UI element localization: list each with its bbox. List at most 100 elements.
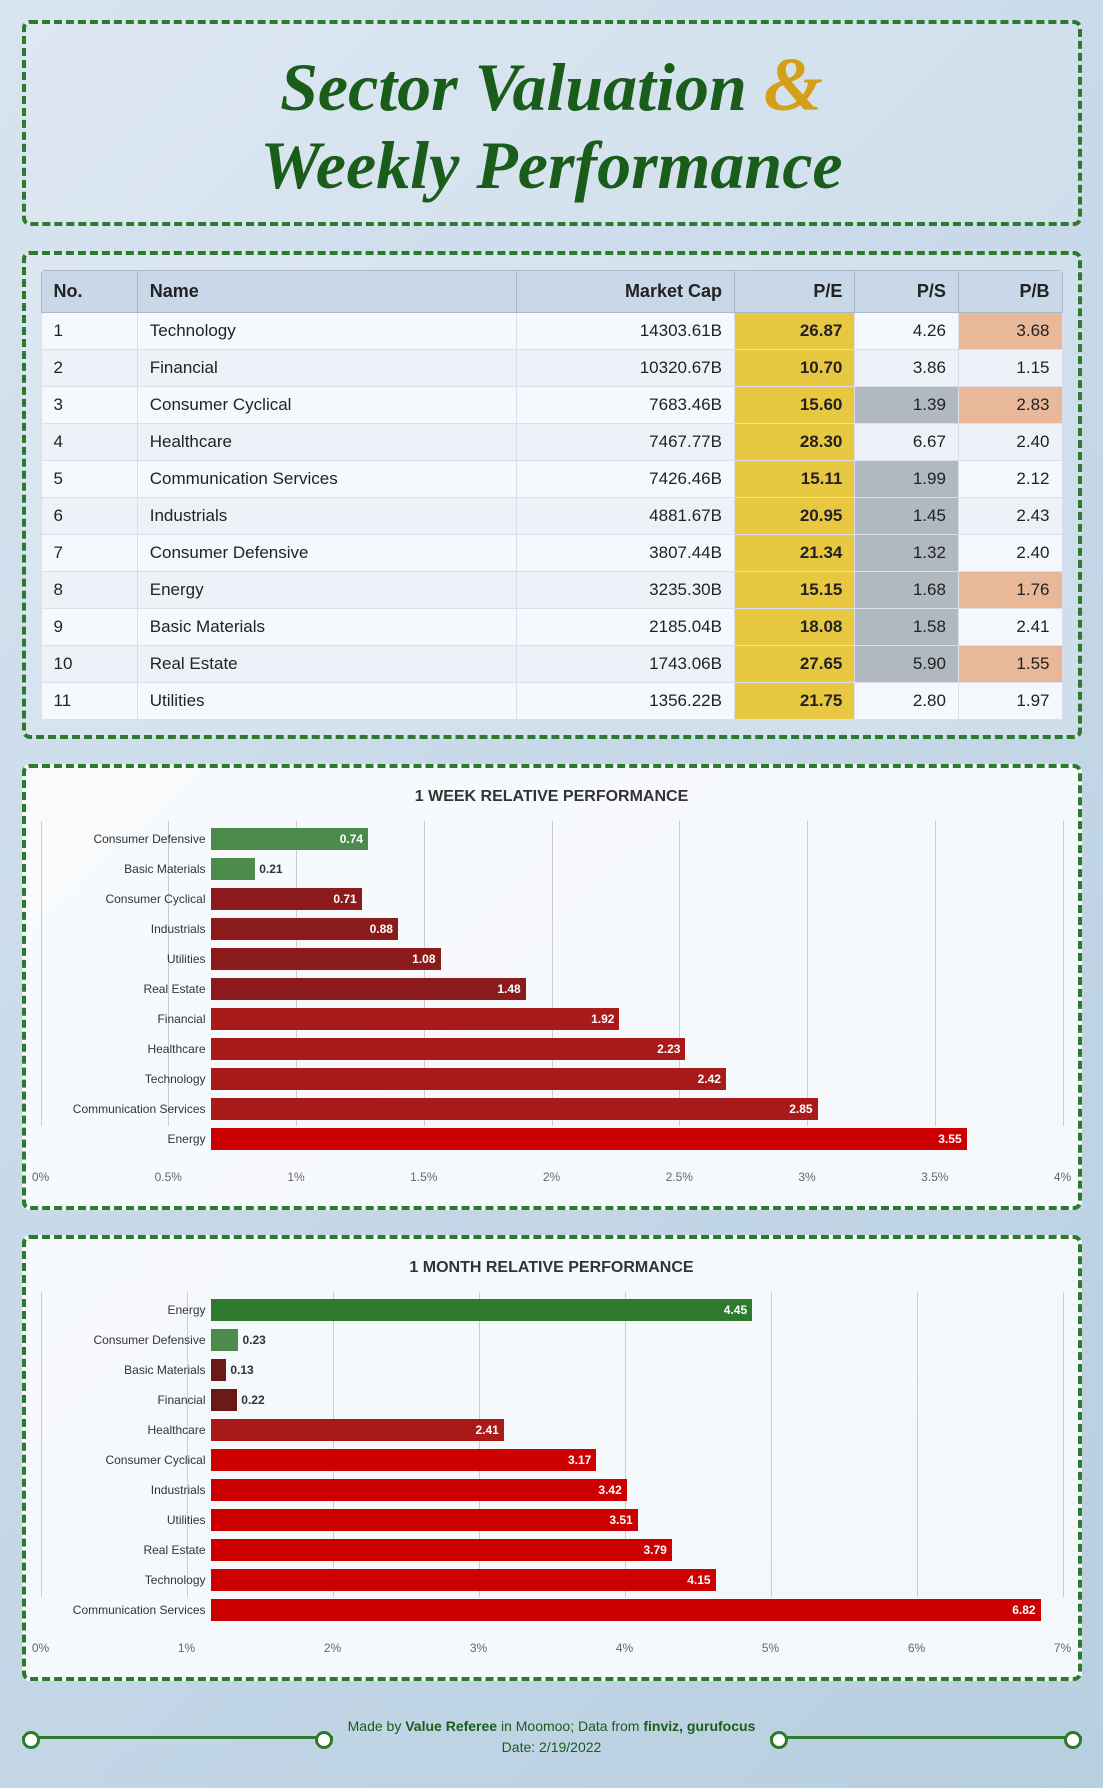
- bar-row: Consumer Defensive0.74: [211, 826, 1063, 852]
- grid-label: 4%: [1054, 1170, 1071, 1184]
- table-row: 11 Utilities 1356.22B 21.75 2.80 1.97: [41, 683, 1062, 720]
- cell-name: Communication Services: [137, 461, 517, 498]
- bar-row: Communication Services2.85: [211, 1096, 1063, 1122]
- cell-ps: 6.67: [855, 424, 959, 461]
- cell-ps: 4.26: [855, 313, 959, 350]
- cell-pe: 15.11: [734, 461, 854, 498]
- cell-pb: 2.40: [958, 424, 1062, 461]
- bar-track: 2.85: [211, 1096, 1063, 1122]
- cell-name: Financial: [137, 350, 517, 387]
- grid-label: 3%: [798, 1170, 815, 1184]
- cell-marketcap: 1743.06B: [517, 646, 735, 683]
- bar: 2.42: [211, 1068, 726, 1090]
- footer-line-left: [22, 1736, 333, 1739]
- cell-marketcap: 7683.46B: [517, 387, 735, 424]
- cell-name: Utilities: [137, 683, 517, 720]
- grid-label: 3%: [470, 1641, 487, 1655]
- cell-no: 3: [41, 387, 137, 424]
- cell-marketcap: 3235.30B: [517, 572, 735, 609]
- bar-track: 0.23: [211, 1327, 1063, 1353]
- bar: 1.92: [211, 1008, 620, 1030]
- bar-row: Healthcare2.41: [211, 1417, 1063, 1443]
- cell-ps: 5.90: [855, 646, 959, 683]
- bar-track: 3.55: [211, 1126, 1063, 1152]
- bar-track: 1.92: [211, 1006, 1063, 1032]
- col-pb: P/B: [958, 271, 1062, 313]
- week-chart-box: 1 WEEK RELATIVE PERFORMANCE 0%0.5%1%1.5%…: [22, 764, 1082, 1210]
- cell-pb: 2.40: [958, 535, 1062, 572]
- col-no: No.: [41, 271, 137, 313]
- table-section: No. Name Market Cap P/E P/S P/B 1 Techno…: [22, 251, 1082, 739]
- footer-line-right: [770, 1736, 1081, 1739]
- bar: 2.23: [211, 1038, 686, 1060]
- table-row: 8 Energy 3235.30B 15.15 1.68 1.76: [41, 572, 1062, 609]
- bar-row: Technology4.15: [211, 1567, 1063, 1593]
- cell-no: 2: [41, 350, 137, 387]
- cell-pe: 10.70: [734, 350, 854, 387]
- cell-pe: 15.15: [734, 572, 854, 609]
- grid-label: 7%: [1054, 1641, 1071, 1655]
- bar: 0.88: [211, 918, 398, 940]
- cell-no: 6: [41, 498, 137, 535]
- month-chart-title: 1 MONTH RELATIVE PERFORMANCE: [41, 1259, 1063, 1277]
- table-row: 1 Technology 14303.61B 26.87 4.26 3.68: [41, 313, 1062, 350]
- bar-label: Utilities: [41, 1513, 206, 1527]
- grid-label: 0%: [32, 1170, 49, 1184]
- bar: [211, 1359, 227, 1381]
- bar-value: 0.13: [230, 1363, 253, 1377]
- table-row: 10 Real Estate 1743.06B 27.65 5.90 1.55: [41, 646, 1062, 683]
- cell-marketcap: 2185.04B: [517, 609, 735, 646]
- week-chart-area: 0%0.5%1%1.5%2%2.5%3%3.5%4%Consumer Defen…: [41, 821, 1063, 1186]
- grid-line: [1063, 1292, 1064, 1597]
- bar-row: Communication Services6.82: [211, 1597, 1063, 1623]
- cell-no: 4: [41, 424, 137, 461]
- bar-row: Financial1.92: [211, 1006, 1063, 1032]
- bar-track: 0.74: [211, 826, 1063, 852]
- cell-pb: 3.68: [958, 313, 1062, 350]
- bar-label: Energy: [41, 1303, 206, 1317]
- cell-no: 8: [41, 572, 137, 609]
- grid-label: 2.5%: [666, 1170, 693, 1184]
- col-pe: P/E: [734, 271, 854, 313]
- cell-pb: 2.41: [958, 609, 1062, 646]
- cell-pe: 20.95: [734, 498, 854, 535]
- bar-track: 3.51: [211, 1507, 1063, 1533]
- bar: 2.41: [211, 1419, 504, 1441]
- cell-ps: 1.39: [855, 387, 959, 424]
- grid-label: 2%: [543, 1170, 560, 1184]
- bar-label: Consumer Defensive: [41, 832, 206, 846]
- bar-label: Utilities: [41, 952, 206, 966]
- cell-marketcap: 7467.77B: [517, 424, 735, 461]
- bar: 6.82: [211, 1599, 1041, 1621]
- cell-no: 9: [41, 609, 137, 646]
- bar-label: Consumer Defensive: [41, 1333, 206, 1347]
- grid-label: 5%: [762, 1641, 779, 1655]
- grid-label: 1%: [287, 1170, 304, 1184]
- grid-label: 1%: [178, 1641, 195, 1655]
- bar-track: 2.41: [211, 1417, 1063, 1443]
- bar-row: Basic Materials0.21: [211, 856, 1063, 882]
- cell-ps: 3.86: [855, 350, 959, 387]
- cell-marketcap: 4881.67B: [517, 498, 735, 535]
- bar: [211, 858, 256, 880]
- grid-label: 3.5%: [921, 1170, 948, 1184]
- bar: 3.51: [211, 1509, 638, 1531]
- bar-label: Healthcare: [41, 1423, 206, 1437]
- cell-no: 1: [41, 313, 137, 350]
- bar-value: 0.22: [241, 1393, 264, 1407]
- bar-row: Technology2.42: [211, 1066, 1063, 1092]
- cell-marketcap: 14303.61B: [517, 313, 735, 350]
- cell-pe: 21.34: [734, 535, 854, 572]
- cell-pe: 26.87: [734, 313, 854, 350]
- grid-label: 4%: [616, 1641, 633, 1655]
- cell-no: 10: [41, 646, 137, 683]
- bar-row: Healthcare2.23: [211, 1036, 1063, 1062]
- bar: 1.48: [211, 978, 526, 1000]
- bar: 3.17: [211, 1449, 597, 1471]
- bar-label: Consumer Cyclical: [41, 892, 206, 906]
- bar: 3.79: [211, 1539, 672, 1561]
- bar-track: 3.79: [211, 1537, 1063, 1563]
- bar: [211, 1329, 239, 1351]
- grid-line: [1063, 821, 1064, 1126]
- bar-row: Real Estate3.79: [211, 1537, 1063, 1563]
